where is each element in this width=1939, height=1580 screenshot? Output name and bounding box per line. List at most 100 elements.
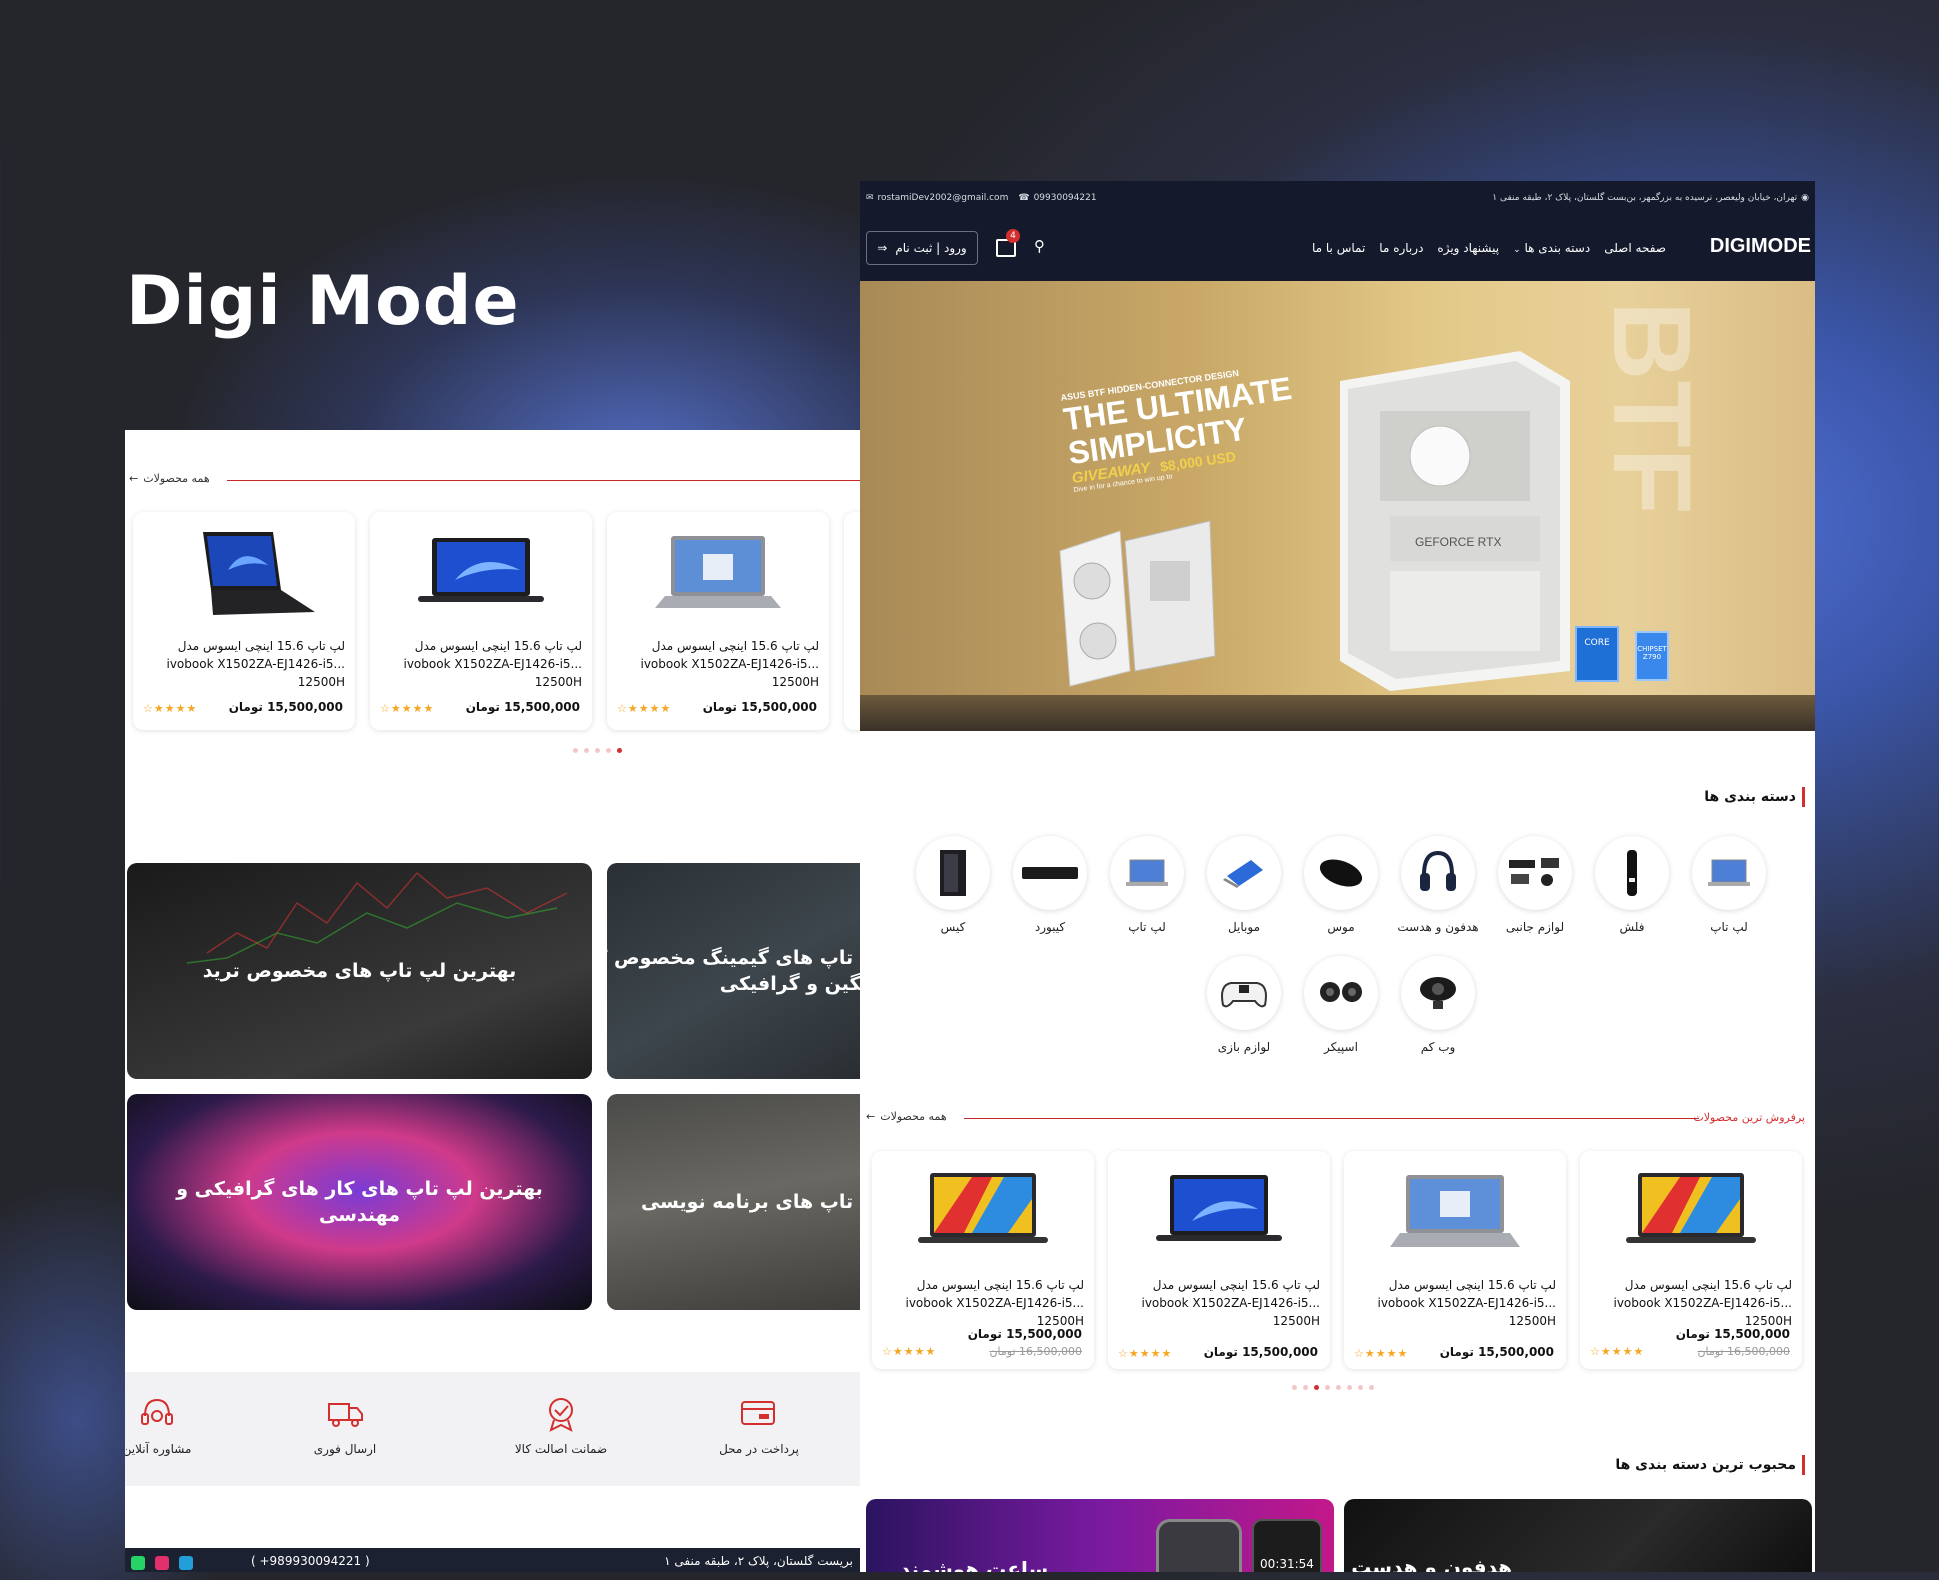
category-headphones[interactable]: هدفون و هدست <box>1393 836 1483 934</box>
carousel-dots[interactable] <box>573 748 622 753</box>
laptop-image <box>1390 1175 1520 1247</box>
hero-floor <box>860 695 1815 731</box>
rating-stars: ★★★★☆ <box>882 1345 937 1358</box>
laptop-image <box>203 532 315 615</box>
feature-online-support: مشاوره آنلاین <box>125 1394 227 1456</box>
mobile-icon <box>1223 860 1263 888</box>
top-address: تهران، خیابان ولیعصر، نرسیده به بزرگمهر،… <box>1492 193 1798 203</box>
popular-smartwatch-card[interactable]: ساعت هوشمند 00:31:54 <box>866 1499 1334 1572</box>
product-price: 15,500,000 تومان <box>1439 1345 1554 1359</box>
all-products-link[interactable]: همه محصولات ← <box>129 472 210 485</box>
social-icons <box>131 1556 193 1570</box>
banner-trading-laptops[interactable]: بهترین لپ تاپ های مخصوص ترید <box>127 863 592 1079</box>
category-speaker[interactable]: اسپیکر <box>1296 956 1386 1054</box>
top-phone[interactable]: 09930094221 <box>1034 193 1097 203</box>
product-model: ...ivobook X1502ZA-EJ1426-i5 12500H <box>403 657 582 689</box>
hero-banner[interactable]: BTF GEFORCE RTX CORE CHIPSET Z790 ASUS B… <box>860 281 1815 731</box>
product-model: ...ivobook X1502ZA-EJ1426-i5 12500H <box>905 1296 1084 1328</box>
product-name: لپ تاپ 15.6 اینچی ایسوس مدل <box>651 639 819 653</box>
category-laptop-2[interactable]: لپ تاپ <box>1102 836 1192 934</box>
product-model: ...ivobook X1502ZA-EJ1426-i5 12500H <box>1377 1296 1556 1328</box>
category-case[interactable]: کیس <box>908 836 998 934</box>
intel-core-badge: CORE <box>1575 626 1619 682</box>
product-card[interactable]: لپ تاپ 15.6 اینچی ایسوس مدل ...ivobook X1… <box>872 1151 1094 1369</box>
category-laptop[interactable]: لپ تاپ <box>1684 836 1774 934</box>
login-icon: ⇒ <box>877 241 888 255</box>
hero-text-group: ASUS BTF HIDDEN-CONNECTOR DESIGN THE ULT… <box>1060 361 1302 494</box>
product-card[interactable]: لپ تاپ 15.6 اینچی ایسوس مدل ...ivobook X1… <box>1108 1151 1330 1369</box>
laptop-icon <box>1126 859 1168 886</box>
banner-text: بهترین لپ تاپ های مخصوص ترید <box>202 960 517 982</box>
feature-authentic: ضمانت اصالت کالا <box>491 1394 631 1456</box>
arrow-left-icon: ← <box>866 1110 876 1123</box>
category-gaming[interactable]: لوازم بازی <box>1199 956 1289 1054</box>
flash-drive-icon <box>1627 850 1637 896</box>
product-card[interactable]: لپ تاپ 15.6 اینچی ایسوس مدل ...ivobook X1… <box>133 512 355 730</box>
nav-item-contact[interactable]: تماس با ما <box>1312 241 1365 255</box>
nav-item-categories[interactable]: دسته بندی ها ⌄ <box>1513 241 1590 255</box>
footer-bar: ( +989930094221 ) بریست گلستان، پلاک ۲، … <box>125 1548 861 1572</box>
product-card-partial[interactable] <box>844 512 861 730</box>
product-old-price: 16,500,000 تومان <box>1697 1345 1790 1358</box>
nav-item-about[interactable]: درباره ما <box>1379 241 1423 255</box>
banner-programming-laptops[interactable]: لپ تاپ های برنامه نویسی <box>607 1094 861 1310</box>
site-logo[interactable]: DIGIMODE <box>1710 235 1811 258</box>
section-divider <box>227 480 861 481</box>
product-name: لپ تاپ 15.6 اینچی ایسوس مدل <box>916 1278 1084 1292</box>
banner-text: لپ تاپ های برنامه نویسی <box>640 1191 861 1213</box>
categories-title: دسته بندی ها <box>1704 787 1805 807</box>
footer-phone: ( +989930094221 ) <box>251 1554 370 1568</box>
category-mobile[interactable]: موبایل <box>1199 836 1289 934</box>
popular-headphones-card[interactable]: هدفون و هدست <box>1344 1499 1812 1572</box>
category-accessories[interactable]: لوازم جانبی <box>1490 836 1580 934</box>
gamepad-icon <box>1221 982 1267 1008</box>
category-webcam[interactable]: وب کم <box>1393 956 1483 1054</box>
feature-fast-delivery: ارسال فوری <box>275 1394 415 1456</box>
product-name: لپ تاپ 15.6 اینچی ایسوس مدل <box>177 639 345 653</box>
banner-text: لپ تاپ های گیمینگ مخصوص کار های سنگین و … <box>607 947 861 995</box>
product-card[interactable]: لپ تاپ 15.6 اینچی ایسوس مدل ...ivobook X1… <box>1580 1151 1802 1369</box>
product-model: ...ivobook X1502ZA-EJ1426-i5 12500H <box>166 657 345 689</box>
all-products-link[interactable]: همه محصولات ← <box>866 1110 947 1123</box>
product-card[interactable]: لپ تاپ 15.6 اینچی ایسوس مدل ...ivobook X1… <box>1344 1151 1566 1369</box>
gpu-image <box>1059 520 1216 687</box>
nav-menu: صفحه اصلی دسته بندی ها ⌄ پیشنهاد ویژه در… <box>1312 241 1666 255</box>
rating-stars: ★★★★☆ <box>380 702 435 715</box>
popular-card-title: هدفون و هدست <box>1351 1555 1512 1572</box>
banner-graphic-laptops[interactable]: بهترین لپ تاپ های کار های گرافیکی و مهند… <box>127 1094 592 1310</box>
carousel-dots[interactable] <box>1292 1385 1374 1390</box>
badge-icon <box>549 1398 573 1432</box>
product-name: لپ تاپ 15.6 اینچی ایسوس مدل <box>1624 1278 1792 1292</box>
product-model: ...ivobook X1502ZA-EJ1426-i5 12500H <box>640 657 819 689</box>
rating-stars: ★★★★☆ <box>1118 1347 1173 1360</box>
rating-stars: ★★★★☆ <box>1354 1347 1409 1360</box>
search-icon[interactable]: ⚲ <box>1034 237 1045 255</box>
product-price: 15,500,000 تومان <box>1675 1327 1790 1341</box>
laptop-image <box>655 536 781 608</box>
product-card[interactable]: لپ تاپ 15.6 اینچی ایسوس مدل ...ivobook X1… <box>370 512 592 730</box>
pc-case-icon <box>940 850 966 896</box>
headphones-icon <box>1420 850 1456 891</box>
smartwatch-clock: 00:31:54 <box>1252 1519 1322 1572</box>
category-mouse[interactable]: موس <box>1296 836 1386 934</box>
nav-item-special-offers[interactable]: پیشنهاد ویژه <box>1437 241 1499 255</box>
product-card[interactable]: لپ تاپ 15.6 اینچی ایسوس مدل ...ivobook X1… <box>607 512 829 730</box>
login-button[interactable]: ورود | ثبت نام ⇒ <box>866 231 978 265</box>
arrow-left-icon: ← <box>129 472 139 485</box>
product-model: ...ivobook X1502ZA-EJ1426-i5 12500H <box>1613 1296 1792 1328</box>
category-keyboard[interactable]: کیبورد <box>1005 836 1095 934</box>
instagram-icon[interactable] <box>155 1556 169 1570</box>
top-email[interactable]: rostamiDev2002@gmail.com <box>878 193 1009 203</box>
speaker-icon <box>1320 982 1362 1002</box>
rating-stars: ★★★★☆ <box>617 702 672 715</box>
banner-gaming-laptops[interactable]: لپ تاپ های گیمینگ مخصوص کار های سنگین و … <box>607 863 861 1079</box>
telegram-icon[interactable] <box>179 1556 193 1570</box>
product-price: 15,500,000 تومان <box>1203 1345 1318 1359</box>
category-flash[interactable]: فلش <box>1587 836 1677 934</box>
showcase-title: Digi Mode <box>126 262 520 341</box>
nav-item-home[interactable]: صفحه اصلی <box>1604 241 1666 255</box>
product-price: 15,500,000 تومان <box>967 1327 1082 1341</box>
whatsapp-icon[interactable] <box>131 1556 145 1570</box>
mail-icon: ✉ <box>866 193 874 203</box>
popular-card-title: ساعت هوشمند <box>900 1557 1049 1572</box>
